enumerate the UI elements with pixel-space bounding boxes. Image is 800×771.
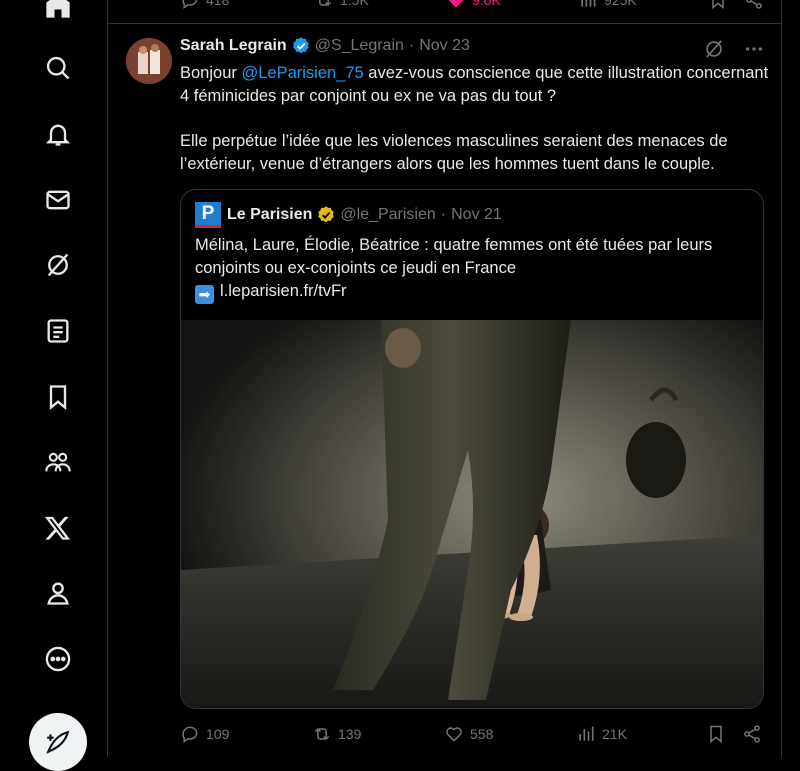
messages-envelope-icon[interactable]	[32, 174, 84, 226]
author-avatar[interactable]	[126, 38, 172, 84]
lists-icon[interactable]	[32, 305, 84, 357]
x-premium-icon[interactable]	[32, 502, 84, 554]
quoted-tweet-card[interactable]: P Le Parisien @le_Parisien · Nov 21 Méli…	[180, 189, 764, 709]
views-chart-icon	[579, 726, 594, 741]
repost-count: 139	[338, 726, 362, 742]
views-chart-icon	[581, 0, 596, 7]
author-display-name[interactable]: Sarah Legrain	[180, 37, 287, 55]
prev-reply-button[interactable]: 418	[180, 0, 229, 10]
bookmark-icon[interactable]	[708, 0, 728, 10]
repost-icon	[314, 727, 330, 741]
share-icon[interactable]	[744, 0, 764, 10]
text-segment: Bonjour	[180, 64, 242, 82]
compose-post-button[interactable]	[29, 713, 87, 771]
tweet-paragraph-1: Bonjour @LeParisien_75 avez-vous conscie…	[180, 62, 770, 108]
timeline-column: 418 1.5K 9.6K 925K Sarah Legrain @S_Legr…	[108, 0, 782, 757]
view-count: 21K	[602, 726, 627, 742]
right-arrow-emoji-icon: ➡	[195, 285, 214, 304]
notifications-bell-icon[interactable]	[32, 108, 84, 160]
more-dots-icon[interactable]	[743, 38, 765, 60]
tweet-paragraph-2: Elle perpétue l’idée que les violences m…	[180, 132, 728, 173]
gold-verified-badge-icon	[316, 205, 336, 225]
prev-bookmark-share	[708, 0, 764, 10]
mention-link[interactable]: @LeParisien_75	[241, 64, 363, 82]
search-icon[interactable]	[32, 42, 84, 94]
reply-icon	[182, 726, 198, 743]
sidebar-nav	[0, 0, 108, 771]
views-button[interactable]: 21K	[576, 724, 627, 744]
reply-icon	[182, 0, 198, 9]
le-parisien-logo: P	[195, 202, 221, 228]
liked-heart-icon	[448, 0, 464, 8]
bookmark-button[interactable]	[706, 724, 726, 744]
author-handle[interactable]: @S_Legrain	[315, 37, 404, 55]
reply-count: 109	[206, 726, 230, 742]
tweet-action-bar: 109 139 558 21K	[180, 724, 770, 746]
bookmark-icon	[710, 725, 722, 744]
prev-repost-button[interactable]: 1.5K	[314, 0, 369, 10]
like-button[interactable]: 558	[444, 724, 493, 744]
repost-button[interactable]: 139	[312, 724, 361, 744]
home-icon[interactable]	[32, 0, 84, 32]
quoted-media-image[interactable]	[181, 320, 763, 709]
prev-reply-count: 418	[206, 0, 230, 8]
communities-icon[interactable]	[32, 436, 84, 488]
share-icon	[744, 725, 760, 743]
quoted-date: Nov 21	[451, 206, 502, 223]
quoted-handle: @le_Parisien	[340, 206, 436, 223]
profile-icon[interactable]	[32, 567, 84, 619]
prev-repost-count: 1.5K	[340, 0, 369, 8]
grok-icon[interactable]	[703, 38, 725, 60]
share-button[interactable]	[742, 724, 762, 744]
verified-badge-icon	[291, 36, 311, 56]
prev-views-button[interactable]: 925K	[578, 0, 637, 10]
tweet-author-line: Sarah Legrain @S_Legrain · Nov 23	[180, 36, 470, 56]
compose-icon	[46, 730, 70, 754]
like-count: 558	[470, 726, 494, 742]
tweet-body: Bonjour @LeParisien_75 avez-vous conscie…	[180, 62, 770, 176]
more-options-icon[interactable]	[32, 633, 84, 685]
quoted-author-line: P Le Parisien @le_Parisien · Nov 21	[195, 202, 502, 228]
reply-button[interactable]: 109	[180, 724, 229, 744]
repost-icon	[319, 0, 332, 7]
avatar-photo	[126, 38, 172, 84]
prev-like-button[interactable]: 9.6K	[446, 0, 501, 10]
quoted-text: Mélina, Laure, Élodie, Béatrice : quatre…	[195, 236, 713, 277]
heart-icon	[446, 727, 462, 742]
bookmarks-icon[interactable]	[32, 371, 84, 423]
tweet-date[interactable]: Nov 23	[419, 37, 470, 55]
tweet-header-actions	[703, 38, 765, 60]
prev-like-count: 9.6K	[472, 0, 501, 8]
separator-dot: ·	[440, 206, 447, 223]
quoted-link[interactable]: l.leparisien.fr/tvFr	[220, 282, 347, 300]
separator-dot: ·	[408, 37, 415, 54]
quoted-link-line: ➡ l.leparisien.fr/tvFr	[195, 280, 751, 304]
previous-tweet-actions: 418 1.5K 9.6K 925K	[108, 0, 782, 24]
grok-icon[interactable]	[32, 239, 84, 291]
quoted-body: Mélina, Laure, Élodie, Béatrice : quatre…	[195, 234, 751, 304]
quoted-display-name: Le Parisien	[227, 206, 313, 223]
prev-view-count: 925K	[604, 0, 637, 8]
